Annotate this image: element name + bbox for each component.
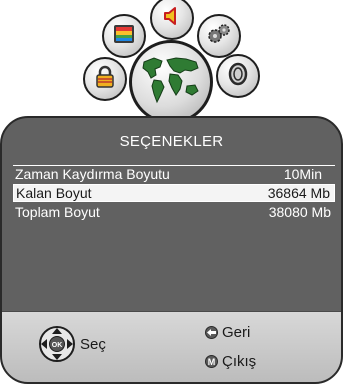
menu-row-label: Zaman Kaydırma Boyutu [15,166,170,182]
back-label: Geri [222,324,251,341]
menu-row-total-size[interactable]: Toplam Boyut 38080 Mb [13,204,335,222]
settings-gears-icon [206,22,232,51]
lock-icon [95,65,115,94]
menu-row-value: 36864 Mb [267,185,330,201]
panel-footer: OK Seç Geri M Çıkış [2,311,341,382]
sound-icon [161,5,183,32]
menu-button-icon: M [205,355,218,368]
panel-title: SEÇENEKLER [119,133,224,150]
options-panel: SEÇENEKLER Zaman Kaydırma Boyutu 10Min K… [0,116,343,384]
disc-icon [226,62,250,91]
image-icon [113,24,135,49]
exit-label: Çıkış [222,353,257,370]
image-menu-button[interactable] [102,14,146,58]
ok-glyph: OK [52,342,63,349]
menu-row-value: 10Min [283,166,322,182]
select-label: Seç [80,336,106,353]
sound-menu-button[interactable] [150,0,194,40]
menu-row-value: 38080 Mb [268,204,331,220]
settings-menu-button[interactable] [197,14,241,58]
media-menu-button[interactable] [216,54,260,98]
back-button-icon [205,326,218,339]
world-map-icon [140,54,202,111]
menu-row-remaining-size[interactable]: Kalan Boyut 36864 Mb [13,184,335,202]
language-menu-button[interactable] [129,40,213,124]
menu-row-label: Toplam Boyut [15,204,100,220]
menu-row-timeshift-size[interactable]: Zaman Kaydırma Boyutu 10Min [13,165,335,183]
main-menu-icon-cluster [0,0,343,135]
dpad-ok-icon: OK [38,325,76,368]
lock-menu-button[interactable] [83,57,127,101]
menu-row-label: Kalan Boyut [16,185,92,201]
